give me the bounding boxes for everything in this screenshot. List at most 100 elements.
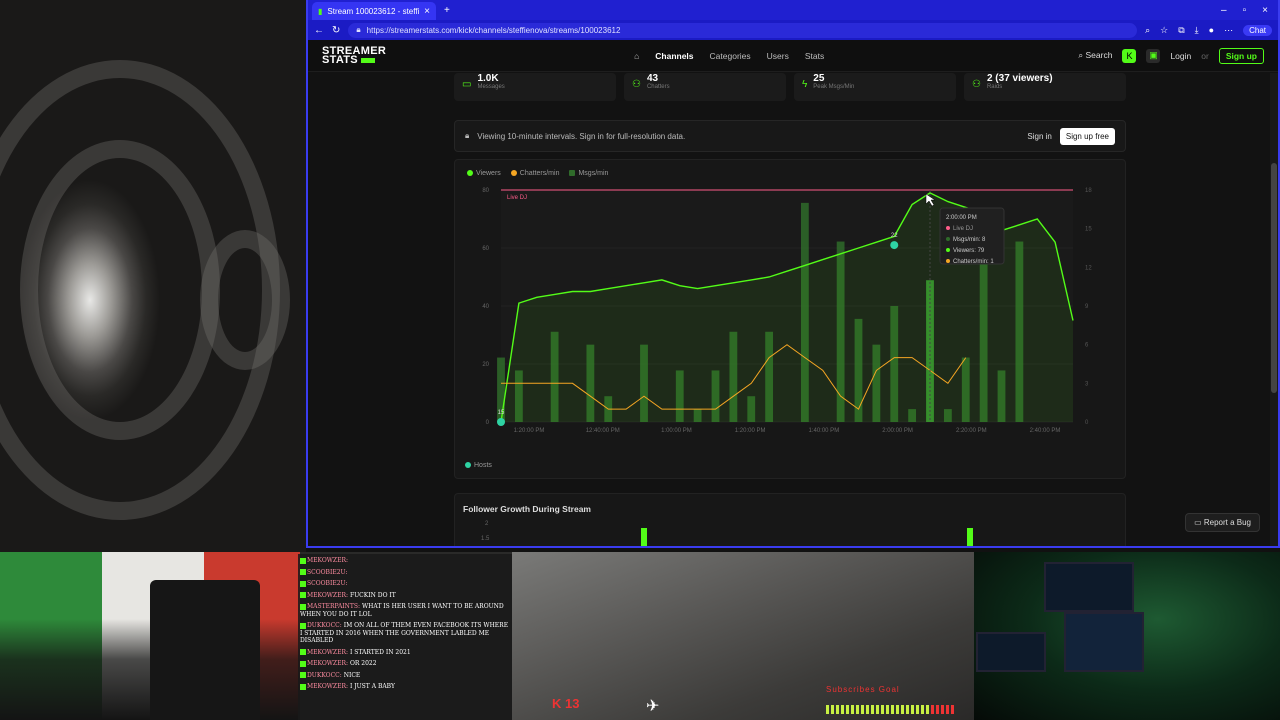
bug-icon: ▭ — [1194, 518, 1202, 527]
stream-chart[interactable]: 0 20 40 60 80 0 3 6 9 12 15 18 1:20:00 PM 12:40:00 PM… — [455, 160, 1127, 460]
back-icon[interactable]: ← — [314, 25, 324, 36]
lock-icon: 🔒︎ — [356, 25, 361, 34]
tooltip-row: Live DJ — [953, 226, 973, 232]
nav-categories[interactable]: Categories — [710, 51, 751, 61]
notice-sign-up-free[interactable]: Sign up free — [1059, 127, 1115, 145]
chat-message: MEKOWZER: I STARTED IN 2021 — [300, 649, 510, 657]
logo-bar — [360, 57, 375, 63]
rail-video — [512, 552, 974, 720]
badge-icon — [300, 683, 306, 690]
chat-username: SCOOBIE2U: — [307, 568, 348, 576]
live-label: Live DJ — [507, 195, 527, 201]
nav-channels[interactable]: Channels — [655, 51, 693, 61]
home-icon[interactable]: ⌂ — [634, 51, 639, 61]
browser-tab[interactable]: ▮ Stream 100023612 - steffienova × — [312, 2, 436, 20]
menu-icon[interactable]: ⋯ — [1224, 25, 1233, 36]
meter-segment — [941, 705, 944, 714]
twitch-icon[interactable]: ▣ — [1146, 48, 1161, 63]
x-tick: 2:20:00 PM — [956, 428, 987, 434]
or-text: or — [1201, 50, 1209, 61]
close-tab-icon[interactable]: × — [424, 6, 430, 17]
badge-icon — [300, 660, 306, 667]
chat-message: MEKOWZER: I JUST A BABY — [300, 683, 510, 691]
site-logo[interactable]: STREAMER STATS — [322, 45, 386, 65]
meter-segment — [946, 705, 949, 714]
login-link[interactable]: Login — [1170, 51, 1191, 61]
notice-sign-in[interactable]: Sign in — [1027, 132, 1051, 141]
nav-stats[interactable]: Stats — [805, 51, 824, 61]
lock-icon: 🔒︎ — [465, 131, 470, 140]
tooltip-dot — [946, 237, 950, 241]
reload-icon[interactable]: ↻ — [332, 25, 340, 36]
meter-segment — [951, 705, 954, 714]
y-left-tick: 0 — [486, 420, 490, 426]
meter-segment — [876, 705, 879, 714]
badge-icon — [300, 603, 306, 610]
kick-icon[interactable]: K — [1122, 48, 1137, 63]
chat-username: MASTERPAINTS: — [307, 603, 361, 610]
zoom-icon[interactable]: ⌕ — [1145, 25, 1150, 36]
chat-text: I JUST A BABY — [348, 683, 395, 690]
monitor — [1064, 612, 1144, 672]
browser-window: ▮ Stream 100023612 - steffienova × + – ▫… — [306, 0, 1280, 548]
y-right-tick: 18 — [1085, 188, 1092, 194]
download-icon[interactable]: ⤓ — [1195, 25, 1199, 36]
chat-username: MEKOWZER: — [307, 591, 349, 599]
extensions-icon[interactable]: ⧉ — [1178, 25, 1184, 36]
restore-icon[interactable]: ▫ — [1243, 5, 1247, 16]
x-tick: 1:00:00 PM — [661, 428, 692, 434]
resolution-notice: 🔒︎ Viewing 10-minute intervals. Sign in … — [454, 120, 1126, 152]
search-label: Search — [1085, 50, 1113, 60]
url-text: https://streamerstats.com/kick/channels/… — [366, 25, 621, 35]
browser-titlebar: ▮ Stream 100023612 - steffienova × + – ▫… — [308, 0, 1278, 20]
chat-text: FUCKIN DO IT — [348, 591, 396, 599]
chat-text: NICE — [341, 671, 361, 679]
y-right-tick: 9 — [1085, 304, 1089, 310]
meter-segment — [931, 705, 934, 714]
y-right-tick: 0 — [1085, 420, 1089, 426]
badge-icon — [300, 592, 306, 598]
scrollbar-thumb[interactable] — [1271, 163, 1277, 393]
badge-icon — [300, 622, 306, 629]
stat-label: Chatters — [646, 84, 670, 90]
meter-segment — [831, 705, 834, 714]
search-icon: ⌕ — [1078, 50, 1084, 60]
hosts-legend: Hosts — [465, 462, 492, 469]
x-tick: 1:20:00 PM — [514, 428, 545, 434]
chat-overlay: MEKOWZER: SCOOBIE2U: SCOOBIE2U: MEKOWZER… — [298, 554, 512, 720]
kick-counter: K 13 — [552, 696, 580, 711]
signup-button[interactable]: Sign up — [1218, 47, 1264, 64]
report-bug-button[interactable]: ▭ Report a Bug — [1185, 513, 1260, 532]
close-window-icon[interactable]: × — [1262, 5, 1268, 16]
plane-icon: ✈ — [646, 698, 660, 715]
chat-username: DUKKOCC: — [307, 622, 342, 629]
stat-label: Messages — [477, 84, 505, 90]
chat-message: DUKKOCC: NICE — [300, 672, 510, 680]
page-scrollbar[interactable] — [1270, 73, 1278, 546]
star-icon[interactable]: ☆ — [1160, 25, 1168, 36]
new-tab-icon[interactable]: + — [444, 5, 450, 16]
meter-segment — [906, 705, 909, 714]
y-right-tick: 3 — [1085, 381, 1089, 387]
chair — [150, 580, 260, 720]
minimize-icon[interactable]: – — [1221, 5, 1227, 16]
follower-growth-card: Follower Growth During Stream 2 1.5 — [454, 493, 1126, 546]
meter-segment — [901, 705, 904, 714]
meter-segment — [916, 705, 919, 714]
tooltip-row: Chatters/min: 1 — [953, 259, 994, 265]
monitor — [1044, 562, 1134, 612]
url-field[interactable]: 🔒︎ https://streamerstats.com/kick/channe… — [348, 22, 1138, 38]
chat-username: MEKOWZER: — [307, 648, 349, 656]
page-content: ▭ 1.0K Messages ⚇ 43 Chatters ϟ 25 Peak Msg… — [308, 73, 1278, 546]
follower-bar — [967, 528, 973, 546]
badge-icon — [300, 580, 306, 587]
copilot-chat-button[interactable]: Chat — [1243, 24, 1272, 36]
nav-users[interactable]: Users — [767, 51, 789, 61]
search-button[interactable]: ⌕ Search — [1078, 50, 1112, 61]
sub-goal-meter — [826, 705, 954, 714]
chat-username: MEKOWZER: — [307, 557, 349, 564]
x-tick: 2:40:00 PM — [1030, 428, 1061, 434]
tunnel-ring — [20, 140, 220, 440]
profile-icon[interactable]: ● — [1209, 25, 1214, 35]
chat-message: MEKOWZER: OR 2022 — [300, 660, 510, 668]
